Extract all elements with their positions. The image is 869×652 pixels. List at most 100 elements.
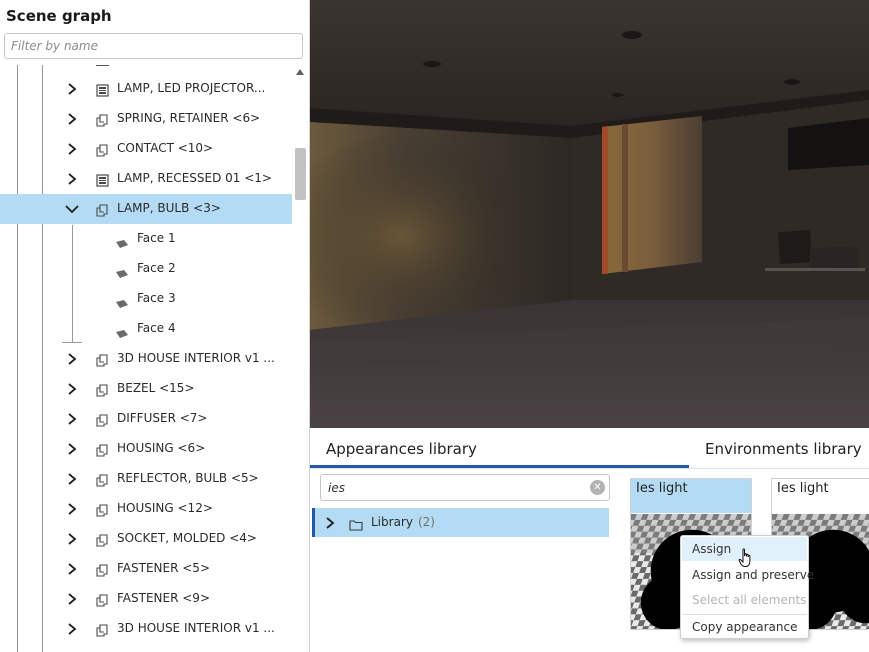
part-icon — [96, 592, 109, 607]
chevron-right-icon[interactable] — [64, 111, 80, 127]
tree-item-label: 3D HOUSE INTERIOR v1 ... — [117, 351, 275, 365]
tree-row[interactable]: BEZEL <15> — [0, 374, 292, 404]
tree-row[interactable]: REFLECTOR, BULB <5> — [0, 464, 292, 494]
scene-graph-tree: LAMP, LED PROJECTOR... SPRING, RETAINER … — [0, 65, 292, 652]
assembly-icon — [96, 172, 109, 187]
face-icon — [115, 294, 129, 308]
tree-item-label: HOUSING <6> — [117, 441, 206, 455]
appearance-card-header: Ies light — [631, 479, 751, 513]
tree-item-label: SOCKET, MOLDED <4> — [117, 531, 257, 545]
tree-item-label: HOUSING <12> — [117, 501, 213, 515]
chevron-right-icon[interactable] — [64, 381, 80, 397]
tab-appearances-library[interactable]: Appearances library — [326, 440, 477, 458]
3d-viewport[interactable] — [310, 0, 869, 428]
chevron-right-icon[interactable] — [64, 621, 80, 637]
tree-item-label: LAMP, LED PROJECTOR... — [117, 81, 266, 95]
part-icon — [96, 622, 109, 637]
face-label: Face 1 — [137, 231, 176, 245]
chevron-right-icon[interactable] — [64, 501, 80, 517]
folder-name: Library — [371, 515, 413, 529]
tree-row[interactable]: FASTENER <5> — [0, 554, 292, 584]
menu-item-copy-appearance[interactable]: Copy appearance — [682, 615, 807, 639]
clear-search-icon[interactable]: ✕ — [590, 480, 605, 495]
appearance-card-label: Ies light — [777, 481, 829, 496]
tree-row[interactable]: FASTENER <9> — [0, 584, 292, 614]
tree-row[interactable]: CONTACT <10> — [0, 134, 292, 164]
assembly-icon — [96, 82, 109, 97]
face-label: Face 2 — [137, 261, 176, 275]
tree-row[interactable]: HOUSING <6> — [0, 434, 292, 464]
tree-row-partial — [96, 65, 236, 67]
folder-icon — [349, 516, 363, 531]
tree-item-label: 3D HOUSE INTERIOR v1 ... — [117, 621, 275, 635]
library-search-input[interactable]: ies ✕ — [320, 474, 610, 501]
appearance-card-label: Ies light — [636, 481, 688, 496]
chevron-right-icon[interactable] — [64, 471, 80, 487]
chevron-right-icon[interactable] — [64, 441, 80, 457]
chevron-right-icon[interactable] — [64, 141, 80, 157]
chevron-down-icon[interactable] — [64, 201, 80, 217]
tree-item-label: SPRING, RETAINER <6> — [117, 111, 261, 125]
face-label: Face 4 — [137, 321, 176, 335]
chevron-right-icon[interactable] — [64, 171, 80, 187]
library-folder-label: Library (2) — [371, 515, 435, 529]
tree-item-label: BEZEL <15> — [117, 381, 195, 395]
part-icon — [96, 562, 109, 577]
face-icon — [115, 324, 129, 338]
library-search-value: ies — [328, 481, 345, 495]
tree-scrollbar[interactable] — [292, 65, 309, 652]
tree-item-label: FASTENER <5> — [117, 561, 210, 575]
part-icon — [96, 532, 109, 547]
tree-row[interactable]: DIFFUSER <7> — [0, 404, 292, 434]
part-icon — [96, 412, 109, 427]
chevron-right-icon[interactable] — [64, 561, 80, 577]
tree-row[interactable]: 3D HOUSE INTERIOR v1 ... — [0, 614, 292, 644]
tree-row-face[interactable]: Face 3 — [0, 284, 292, 314]
tree-item-label: DIFFUSER <7> — [117, 411, 208, 425]
part-icon — [96, 352, 109, 367]
hand-pointer-cursor-icon — [738, 548, 751, 567]
filter-by-name-input[interactable] — [4, 33, 303, 59]
tree-row[interactable]: 3D HOUSE INTERIOR v1 ... — [0, 344, 292, 374]
menu-item-select-all-elements: Select all elements — [692, 593, 807, 607]
part-icon — [96, 442, 109, 457]
tree-row-face[interactable]: Face 2 — [0, 254, 292, 284]
tree-row-face[interactable]: Face 4 — [0, 314, 292, 344]
scrollbar-thumb[interactable] — [295, 148, 306, 200]
chevron-right-icon[interactable] — [64, 591, 80, 607]
part-icon — [96, 142, 109, 157]
tree-row-selected[interactable]: LAMP, BULB <3> — [0, 194, 292, 224]
tree-row[interactable]: LAMP, LED PROJECTOR... — [0, 74, 292, 104]
tree-row[interactable]: HOUSING <12> — [0, 494, 292, 524]
face-icon — [115, 234, 129, 248]
chevron-right-icon[interactable] — [64, 351, 80, 367]
part-icon — [96, 472, 109, 487]
chevron-right-icon[interactable] — [64, 81, 80, 97]
tree-row[interactable]: SOCKET, MOLDED <4> — [0, 524, 292, 554]
tree-item-label: LAMP, BULB <3> — [117, 201, 221, 215]
rendered-room-scene — [310, 0, 869, 428]
face-icon — [115, 264, 129, 278]
tree-item-label: FASTENER <9> — [117, 591, 210, 605]
tree-row-face[interactable]: Face 1 — [0, 224, 292, 254]
tree-row[interactable]: LAMP, RECESSED 01 <1> — [0, 164, 292, 194]
chevron-right-icon[interactable] — [323, 515, 337, 529]
library-folder-row[interactable]: Library (2) — [312, 508, 609, 537]
part-icon — [96, 112, 109, 127]
part-icon — [96, 502, 109, 517]
scene-graph-panel: Scene graph LAMP, LED PROJECTOR... SPRIN… — [0, 0, 310, 652]
appearance-card-header: Ies light — [772, 479, 869, 513]
tree-item-label: LAMP, RECESSED 01 <1> — [117, 171, 272, 185]
chevron-right-icon[interactable] — [64, 531, 80, 547]
tab-divider — [310, 468, 869, 469]
scene-graph-title: Scene graph — [6, 7, 112, 25]
tree-row[interactable]: SPRING, RETAINER <6> — [0, 104, 292, 134]
tab-environments-library[interactable]: Environments library — [705, 440, 862, 458]
part-icon — [96, 202, 109, 217]
tree-item-label: CONTACT <10> — [117, 141, 214, 155]
chevron-right-icon[interactable] — [64, 411, 80, 427]
face-label: Face 3 — [137, 291, 176, 305]
folder-count: (2) — [417, 515, 435, 529]
scroll-up-arrow-icon[interactable] — [296, 69, 304, 75]
tree-item-label: REFLECTOR, BULB <5> — [117, 471, 259, 485]
